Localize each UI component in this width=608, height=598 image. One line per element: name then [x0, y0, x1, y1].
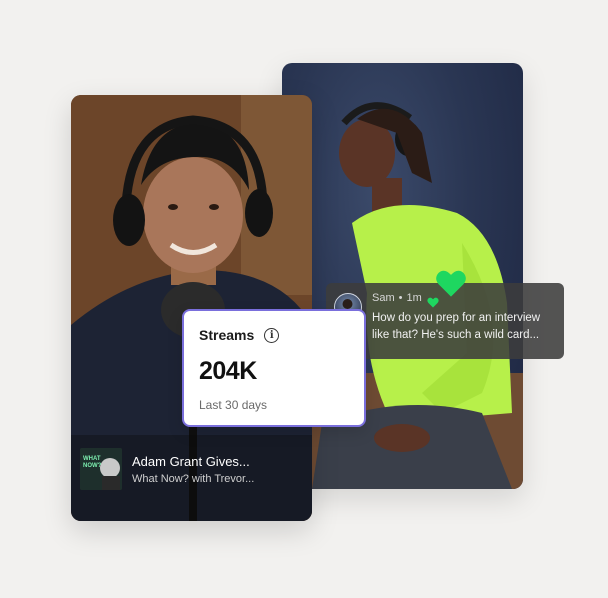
stat-period: Last 30 days [199, 398, 268, 412]
stat-value: 204K [199, 357, 257, 385]
episode-art-text: WHAT NOW? [83, 456, 102, 469]
stat-title: Streams [199, 327, 255, 343]
comment-author[interactable]: Sam [372, 292, 395, 304]
episode-show-name[interactable]: What Now? with Trevor... [132, 473, 254, 485]
comment-separator: • [398, 292, 403, 304]
streams-stat-card: Streams i 204K Last 30 days [182, 309, 366, 427]
info-icon[interactable]: i [264, 327, 280, 343]
episode-cover-art: WHAT NOW? [80, 448, 122, 490]
promo-stage: WHAT NOW? Adam Grant Gives... What Now? … [0, 0, 608, 598]
heart-icon [435, 269, 467, 303]
comment-time: 1m [406, 292, 422, 304]
now-playing-episode[interactable]: WHAT NOW? Adam Grant Gives... What Now? … [80, 448, 305, 490]
comment-text: How do you prep for an interview like th… [372, 312, 541, 341]
episode-title[interactable]: Adam Grant Gives... [132, 454, 254, 469]
